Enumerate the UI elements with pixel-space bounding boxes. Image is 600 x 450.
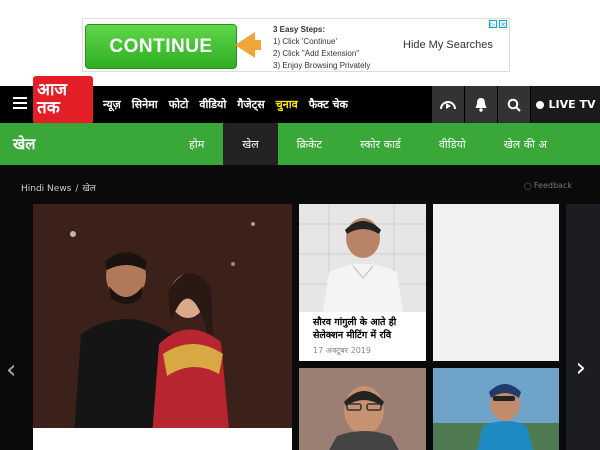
breadcrumb-current: खेल bbox=[82, 184, 96, 194]
logo-line-1: आज bbox=[37, 80, 67, 100]
logo-line-2: तक bbox=[37, 98, 60, 118]
breadcrumb: Hindi News / खेल bbox=[21, 181, 96, 194]
breadcrumb-separator: / bbox=[75, 184, 79, 194]
top-nav: आज तक न्यूज़ सिनेमा फोटो वीडियो गैजेट्स … bbox=[0, 76, 600, 124]
next-card-peek bbox=[566, 204, 600, 450]
audio-icon[interactable] bbox=[432, 86, 464, 123]
menu-icon[interactable] bbox=[13, 97, 27, 109]
feedback-link[interactable]: Feedback bbox=[524, 181, 572, 190]
ad-hide-text: Hide My Searches bbox=[403, 39, 493, 51]
story-image bbox=[299, 204, 426, 312]
ad-step-3: 3) Enjoy Browsing Privately bbox=[273, 61, 371, 70]
adchoices-icon[interactable]: ▷ bbox=[489, 20, 497, 29]
story-card-1[interactable]: सौरव गांगुली के आते ही सेलेक्शन मीटिंग म… bbox=[299, 204, 426, 361]
tab-cricket[interactable]: क्रिकेट bbox=[278, 123, 341, 165]
tab-scorecard[interactable]: स्कोर कार्ड bbox=[341, 123, 420, 165]
adchoices[interactable]: ▷ ✕ bbox=[489, 20, 507, 29]
story-title[interactable]: सौरव गांगुली के आते ही सेलेक्शन मीटिंग म… bbox=[313, 316, 423, 342]
nav-icons: LIVE TV bbox=[431, 86, 600, 123]
carousel-next-icon[interactable]: › bbox=[576, 353, 586, 383]
story-placeholder bbox=[433, 204, 559, 361]
breadcrumb-home[interactable]: Hindi News bbox=[21, 184, 71, 194]
featured-story[interactable] bbox=[33, 204, 292, 450]
story-date: 17 अक्टूबर 2019 bbox=[313, 346, 371, 355]
nav-links: न्यूज़ सिनेमा फोटो वीडियो गैजेट्स चुनाव … bbox=[103, 86, 348, 123]
story-card-4[interactable] bbox=[433, 368, 559, 450]
carousel-prev-icon[interactable]: ‹ bbox=[6, 355, 16, 385]
bell-icon[interactable] bbox=[465, 86, 497, 123]
search-icon[interactable] bbox=[498, 86, 530, 123]
site-logo[interactable]: आज तक bbox=[33, 76, 93, 124]
story-image bbox=[433, 368, 559, 450]
featured-caption-bar bbox=[33, 428, 292, 450]
tab-video[interactable]: वीडियो bbox=[420, 123, 485, 165]
nav-link-photo[interactable]: फोटो bbox=[169, 97, 189, 112]
nav-link-cinema[interactable]: सिनेमा bbox=[132, 97, 158, 112]
nav-link-fact-check[interactable]: फैक्ट चेक bbox=[309, 97, 348, 112]
nav-link-video[interactable]: वीडियो bbox=[199, 97, 226, 112]
ad-continue-button[interactable]: CONTINUE bbox=[85, 24, 237, 69]
ad-step-1: 1) Click 'Continue' bbox=[273, 37, 337, 46]
arrow-tail bbox=[253, 40, 261, 50]
live-tv-label: LIVE TV bbox=[548, 98, 596, 111]
ad-steps-heading: 3 Easy Steps: bbox=[273, 25, 326, 34]
arrow-left-icon bbox=[235, 32, 255, 58]
ad-banner: CONTINUE 3 Easy Steps: 1) Click 'Continu… bbox=[0, 0, 600, 86]
nav-link-news[interactable]: न्यूज़ bbox=[103, 97, 121, 112]
tab-more[interactable]: खेल की अ bbox=[485, 123, 566, 165]
main-content: Hindi News /खेल Feedback bbox=[0, 165, 600, 450]
ad-close-icon[interactable]: ✕ bbox=[499, 20, 507, 29]
logo-text: आज तक bbox=[37, 81, 67, 117]
ad-steps: 3 Easy Steps: 1) Click 'Continue' 2) Cli… bbox=[273, 24, 370, 72]
tab-sports[interactable]: खेल bbox=[223, 123, 278, 165]
story-card-2[interactable] bbox=[433, 204, 559, 361]
section-tabs: होम खेल क्रिकेट स्कोर कार्ड वीडियो खेल क… bbox=[170, 123, 566, 165]
tab-home[interactable]: होम bbox=[170, 123, 223, 165]
ad-unit[interactable]: CONTINUE 3 Easy Steps: 1) Click 'Continu… bbox=[82, 18, 510, 72]
story-image bbox=[299, 368, 426, 450]
story-card-3[interactable] bbox=[299, 368, 426, 450]
featured-image bbox=[33, 204, 292, 450]
nav-link-election[interactable]: चुनाव bbox=[276, 97, 298, 112]
section-nav: खेल होम खेल क्रिकेट स्कोर कार्ड वीडियो ख… bbox=[0, 123, 600, 165]
live-tv-button[interactable]: LIVE TV bbox=[531, 86, 600, 123]
nav-link-gadgets[interactable]: गैजेट्स bbox=[237, 97, 264, 112]
ad-step-2: 2) Click "Add Extension" bbox=[273, 49, 360, 58]
section-title: खेल bbox=[13, 135, 36, 153]
live-dot-icon bbox=[535, 100, 544, 109]
